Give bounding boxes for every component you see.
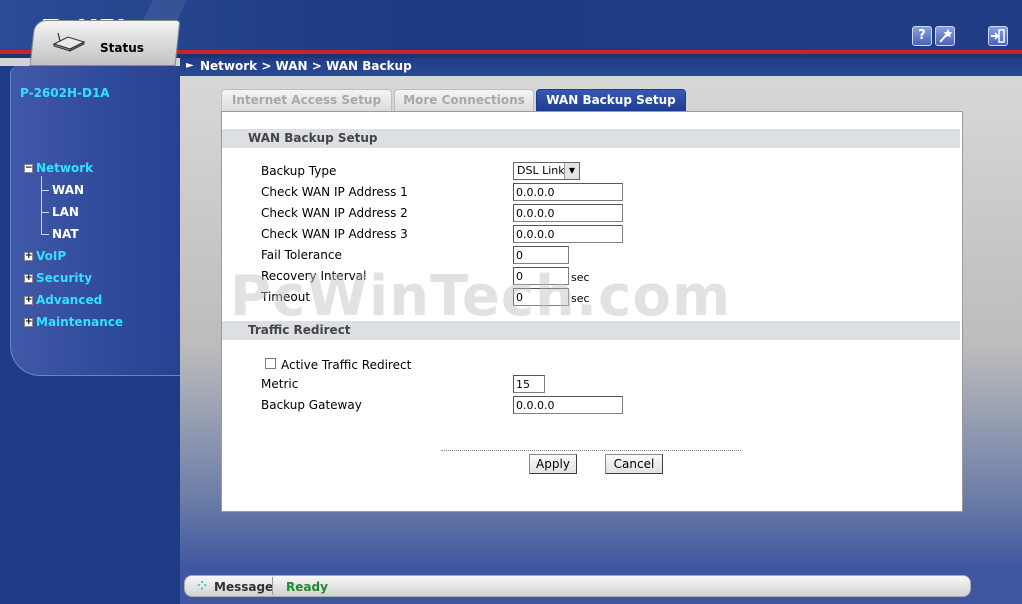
timeout-unit: sec [571, 292, 590, 305]
active-traffic-redirect-label: Active Traffic Redirect [281, 358, 412, 372]
backup-gateway-label: Backup Gateway [261, 398, 362, 412]
active-traffic-redirect-checkbox[interactable] [265, 358, 276, 369]
backup-type-select[interactable]: DSL Link ▼ [513, 162, 580, 180]
breadcrumb-arrow-icon: ► [186, 60, 194, 71]
recovery-unit: sec [571, 271, 590, 284]
tree-branch [41, 190, 49, 191]
dropdown-arrow-icon: ▼ [564, 163, 579, 179]
expand-icon[interactable]: + [24, 296, 33, 305]
router-icon [52, 32, 86, 52]
message-separator [272, 577, 273, 595]
tree-branch [41, 234, 49, 235]
wand-icon [939, 29, 953, 43]
exit-door-icon [991, 29, 1005, 43]
timeout-input[interactable] [513, 288, 569, 306]
expand-icon[interactable]: + [24, 252, 33, 261]
check-ip1-label: Check WAN IP Address 1 [261, 185, 408, 199]
sidebar-item-voip[interactable]: VoIP [36, 249, 66, 263]
backup-type-value: DSL Link [517, 164, 565, 177]
section-header-wan-backup: WAN Backup Setup [222, 129, 960, 148]
tab-wan-backup-setup[interactable]: WAN Backup Setup [536, 89, 686, 111]
fail-tolerance-input[interactable] [513, 246, 569, 264]
sidebar-item-lan[interactable]: LAN [52, 205, 79, 219]
check-ip2-label: Check WAN IP Address 2 [261, 206, 408, 220]
recovery-interval-label: Recovery Interval [261, 269, 367, 283]
nav-panel [10, 66, 180, 376]
tab-more-connections[interactable]: More Connections [394, 89, 534, 111]
sidebar-item-advanced[interactable]: Advanced [36, 293, 102, 307]
timeout-label: Timeout [261, 290, 311, 304]
tab-internet-access-setup[interactable]: Internet Access Setup [221, 89, 392, 111]
backup-gateway-input[interactable] [513, 396, 623, 414]
check-ip2-input[interactable] [513, 204, 623, 222]
sidebar-item-network[interactable]: Network [36, 161, 93, 175]
check-ip3-label: Check WAN IP Address 3 [261, 227, 408, 241]
tree-branch [41, 212, 49, 213]
sidebar-item-maintenance[interactable]: Maintenance [36, 315, 123, 329]
breadcrumb: Network > WAN > WAN Backup [200, 59, 412, 73]
status-label[interactable]: Status [100, 41, 144, 55]
tree-line [41, 176, 42, 234]
check-ip3-input[interactable] [513, 225, 623, 243]
check-ip1-input[interactable] [513, 183, 623, 201]
message-label: Message [214, 580, 274, 594]
message-dots-icon: ⁘ [197, 579, 208, 593]
device-name: P-2602H-D1A [20, 86, 110, 100]
section-header-traffic-redirect: Traffic Redirect [222, 321, 960, 340]
backup-type-label: Backup Type [261, 164, 337, 178]
button-divider [441, 450, 741, 451]
fail-tolerance-label: Fail Tolerance [261, 248, 342, 262]
collapse-icon[interactable]: − [24, 164, 33, 173]
expand-icon[interactable]: + [24, 318, 33, 327]
logout-icon[interactable] [988, 26, 1008, 46]
wizard-icon[interactable] [935, 26, 955, 46]
sidebar-item-wan[interactable]: WAN [52, 183, 84, 197]
sidebar-item-nat[interactable]: NAT [52, 227, 79, 241]
cancel-button[interactable]: Cancel [605, 454, 663, 474]
recovery-interval-input[interactable] [513, 267, 569, 285]
question-icon[interactable]: ? [912, 26, 932, 46]
apply-button[interactable]: Apply [529, 454, 577, 474]
message-status-text: Ready [286, 580, 328, 594]
metric-label: Metric [261, 377, 299, 391]
sidebar-item-security[interactable]: Security [36, 271, 92, 285]
metric-input[interactable] [513, 375, 545, 393]
expand-icon[interactable]: + [24, 274, 33, 283]
